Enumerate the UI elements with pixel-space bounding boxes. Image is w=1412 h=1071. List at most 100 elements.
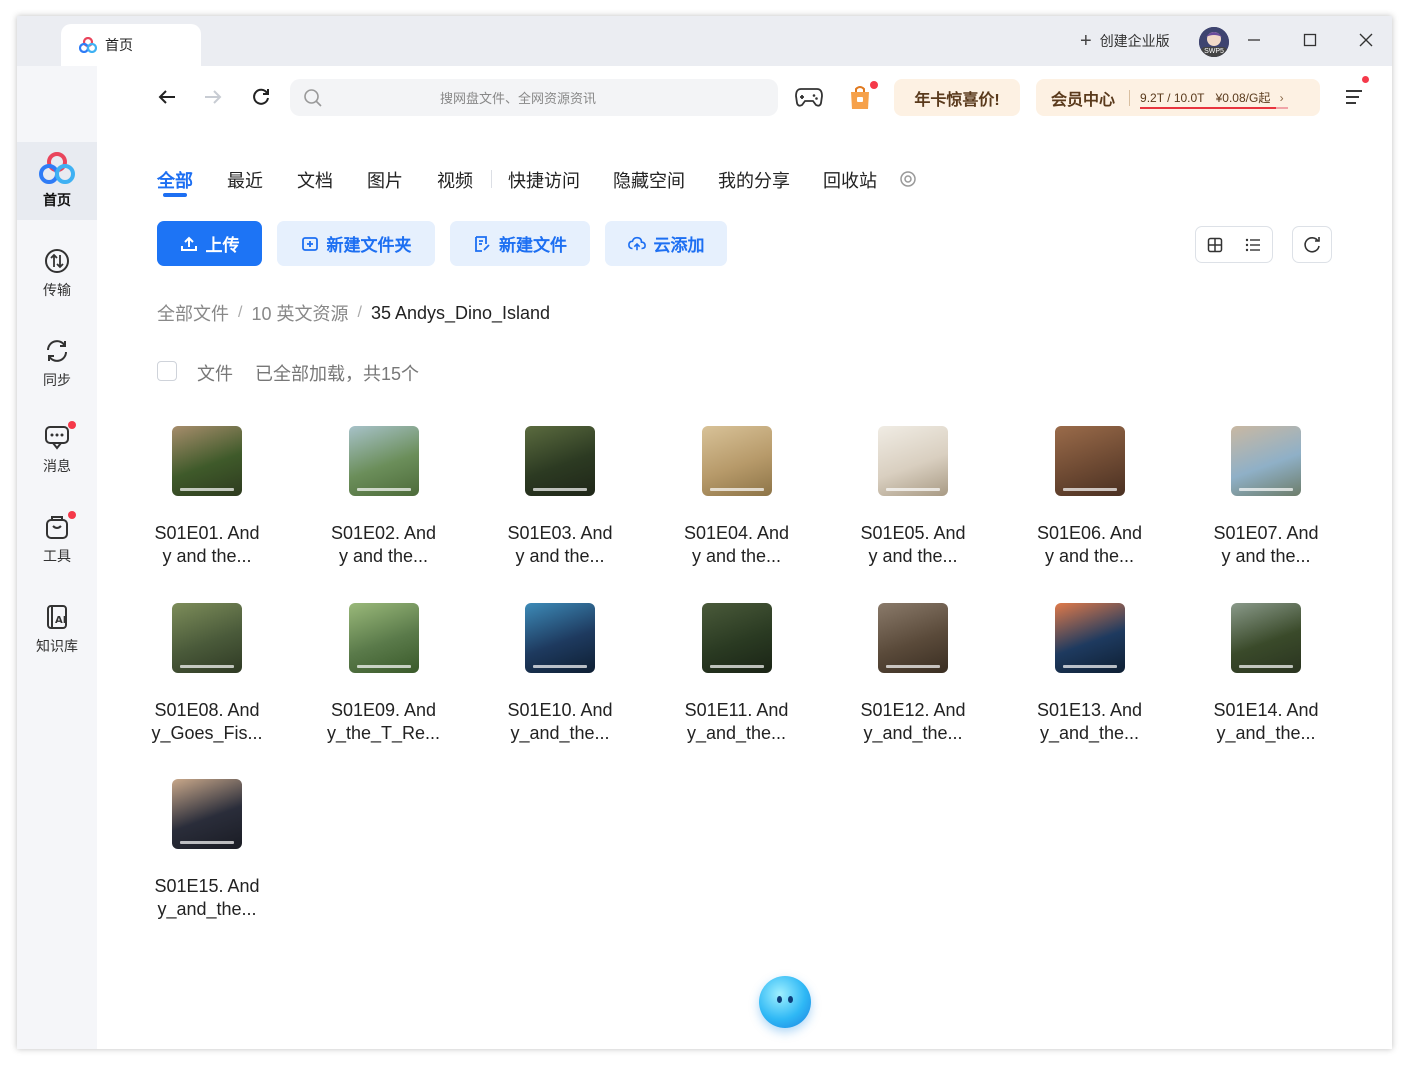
file-name-line: S01E09. And <box>330 699 437 720</box>
list-view-button[interactable] <box>1234 227 1272 262</box>
hamburger-menu-icon <box>1346 90 1362 104</box>
upload-button[interactable]: 上传 <box>157 221 262 266</box>
storage-progress-bar <box>1140 107 1289 109</box>
tab-recent[interactable]: 最近 <box>227 167 263 193</box>
back-button[interactable] <box>154 84 180 110</box>
new-folder-button[interactable]: 新建文件夹 <box>277 221 435 266</box>
file-item[interactable]: S01E12. And y_and_the... <box>838 602 988 745</box>
breadcrumb-item[interactable]: 10 英文资源 <box>251 300 348 326</box>
tab-settings-icon <box>900 171 916 187</box>
cloud-add-button[interactable]: 云添加 <box>605 221 727 266</box>
sidebar-item-messages[interactable]: 消息 <box>17 421 97 476</box>
file-item[interactable]: S01E05. And y and the... <box>838 426 988 568</box>
sidebar-item-sync[interactable]: 同步 <box>17 338 97 390</box>
transfer-icon <box>44 248 70 274</box>
tab-home-label: 首页 <box>105 37 133 53</box>
tab-documents[interactable]: 文档 <box>297 167 333 193</box>
refresh-list-button[interactable] <box>1292 226 1332 263</box>
sidebar-item-home[interactable]: 首页 <box>17 142 97 220</box>
file-item[interactable]: S01E08. And y_Goes_Fis... <box>132 602 282 745</box>
avatar-badge: SWP5 <box>1201 47 1227 57</box>
file-name: S01E11. And y_and_the... <box>672 699 802 745</box>
sidebar-item-label: 知识库 <box>36 638 78 654</box>
file-item[interactable]: S01E10. And y_and_the... <box>485 602 635 745</box>
main-menu-button[interactable] <box>1339 76 1369 112</box>
tab-home[interactable]: 首页 <box>61 24 201 66</box>
storage-price: ¥0.08/G起 <box>1215 91 1271 105</box>
unread-dot <box>68 421 76 429</box>
file-item[interactable]: S01E04. And y and the... <box>662 426 812 568</box>
file-name: S01E02. And y and the... <box>319 522 449 568</box>
forward-button[interactable] <box>200 84 226 110</box>
file-name-line: y_and_the... <box>1039 722 1140 743</box>
tab-images[interactable]: 图片 <box>367 167 403 193</box>
subtitle-strip <box>886 664 940 668</box>
file-item[interactable]: S01E01. And y and the... <box>132 426 282 568</box>
loaded-count-text: 已全部加载，共15个 <box>255 364 420 384</box>
create-enterprise-label: 创建企业版 <box>1099 33 1170 49</box>
sidebar-item-label: 传输 <box>43 282 71 298</box>
video-thumbnail <box>878 426 948 496</box>
maximize-button[interactable] <box>1298 28 1322 52</box>
tab-all[interactable]: 全部 <box>157 167 193 193</box>
grid-view-button[interactable] <box>1196 227 1234 262</box>
file-name-line: y and the... <box>162 546 252 566</box>
mascot-eye <box>777 996 782 1003</box>
close-button[interactable] <box>1354 28 1378 52</box>
video-thumbnail <box>701 602 772 673</box>
minimize-button[interactable] <box>1242 28 1266 52</box>
file-name-line: S01E04. And <box>683 523 790 543</box>
annual-promo-button[interactable]: 年卡惊喜价! <box>894 79 1020 116</box>
file-item[interactable]: S01E14. And y_and_the... <box>1191 602 1341 745</box>
file-item[interactable]: S01E13. And y_and_the... <box>1015 602 1165 745</box>
tab-hidden-space[interactable]: 隐藏空间 <box>613 167 685 193</box>
file-item[interactable]: S01E07. And y and the... <box>1191 426 1341 568</box>
subtitle-strip <box>1062 664 1117 668</box>
tab-videos[interactable]: 视频 <box>437 167 473 193</box>
arrow-left-icon <box>158 90 175 104</box>
video-thumbnail <box>701 426 772 496</box>
video-thumbnail <box>348 426 419 496</box>
file-item[interactable]: S01E02. And y and the... <box>309 426 459 568</box>
file-item[interactable]: S01E09. And y_the_T_Re... <box>309 602 459 745</box>
file-name-line: S01E12. And <box>860 699 966 720</box>
file-name-line: y and the... <box>868 546 958 566</box>
plus-icon: + <box>1080 30 1092 52</box>
breadcrumb-item[interactable]: 全部文件 <box>157 300 229 326</box>
file-item[interactable]: S01E03. And y and the... <box>485 426 635 568</box>
create-enterprise-button[interactable]: + 创建企业版 <box>1080 31 1170 51</box>
video-thumbnail <box>1231 426 1301 496</box>
breadcrumb-current: 35 Andys_Dino_Island <box>370 302 551 323</box>
vip-center-button[interactable]: 会员中心 9.2T / 10.0T ¥0.08/G起 › <box>1036 79 1320 116</box>
reload-button[interactable] <box>248 84 274 110</box>
file-name: S01E12. And y_and_the... <box>848 699 978 745</box>
file-item[interactable]: S01E15. And y_and_the... <box>132 779 282 921</box>
tab-settings-button[interactable] <box>899 170 917 193</box>
sidebar-item-knowledge-base[interactable]: AI 知识库 <box>17 604 97 656</box>
new-file-button[interactable]: 新建文件 <box>450 221 590 266</box>
tab-my-shares[interactable]: 我的分享 <box>718 167 790 193</box>
ai-assistant-mascot-icon[interactable] <box>759 976 811 1028</box>
search-bar[interactable]: 搜网盘文件、全网资源资讯 <box>290 79 778 116</box>
select-all-checkbox[interactable] <box>157 361 177 381</box>
game-center-button[interactable] <box>794 82 824 112</box>
sidebar-item-tools[interactable]: 工具 <box>17 511 97 566</box>
file-name-line: y and the... <box>338 546 429 566</box>
notification-dot <box>870 81 878 89</box>
message-icon <box>44 421 76 450</box>
sidebar-item-label: 消息 <box>43 458 71 474</box>
tab-recycle-bin[interactable]: 回收站 <box>823 167 877 193</box>
new-folder-icon <box>301 236 318 251</box>
maximize-icon <box>1303 33 1317 47</box>
file-column-label: 文件 <box>197 364 233 384</box>
file-name: S01E08. And y_Goes_Fis... <box>142 699 272 745</box>
gift-button[interactable] <box>845 81 878 112</box>
sidebar-item-transfer[interactable]: 传输 <box>17 248 97 300</box>
file-name-line: y and the... <box>691 546 782 566</box>
breadcrumb: 全部文件 / 10 英文资源 / 35 Andys_Dino_Island <box>157 300 550 326</box>
user-avatar[interactable]: SWP5 <box>1199 27 1229 57</box>
file-name: S01E10. And y_and_the... <box>495 699 625 745</box>
file-item[interactable]: S01E11. And y_and_the... <box>662 602 812 745</box>
tab-quick-access[interactable]: 快捷访问 <box>508 167 580 193</box>
file-item[interactable]: S01E06. And y and the... <box>1015 426 1165 568</box>
